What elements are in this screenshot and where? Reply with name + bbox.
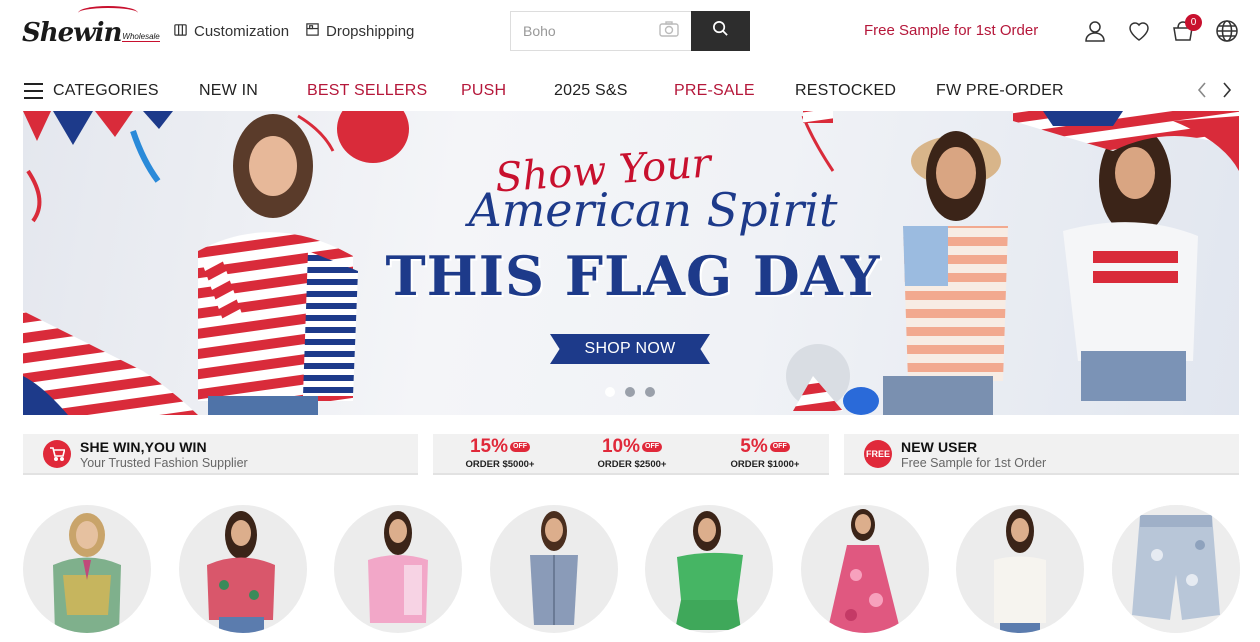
model-image (827, 509, 901, 633)
promo-title: NEW USER (901, 439, 978, 455)
discount-percent: 15% (469, 436, 509, 457)
free-gift-icon: FREE (864, 440, 892, 468)
camera-icon[interactable] (659, 20, 679, 42)
site-header: Shewin Wholesale Customization Dropshipp… (0, 0, 1260, 64)
category-circle-3[interactable] (334, 505, 462, 633)
carousel-dot-2[interactable] (625, 387, 635, 397)
search-bar (510, 11, 750, 51)
category-circle-6[interactable] (801, 505, 929, 633)
promo-subtitle: Free Sample for 1st Order (901, 456, 1047, 470)
search-field[interactable] (510, 11, 691, 51)
discount-order-min: ORDER $1000+ (730, 458, 800, 470)
search-input[interactable] (523, 23, 643, 39)
customization-label: Customization (194, 23, 290, 40)
nav-categories[interactable]: CATEGORIES (53, 82, 159, 100)
category-circle-8[interactable] (1112, 505, 1240, 633)
model-image (994, 509, 1046, 633)
model-image (530, 511, 578, 625)
cart-count-badge: 0 (1185, 14, 1202, 31)
category-circle-1[interactable] (23, 505, 151, 633)
discount-off-badge: OFF (642, 442, 663, 452)
model-image (1112, 505, 1240, 633)
shirt-icon (173, 22, 188, 41)
dropshipping-link[interactable]: Dropshipping (305, 22, 414, 41)
model-image (675, 511, 743, 630)
nav-2025-ss[interactable]: 2025 S&S (554, 82, 628, 100)
heart-icon[interactable] (1127, 19, 1151, 43)
nav-best-sellers[interactable]: BEST SELLERS (307, 82, 427, 100)
free-sample-link[interactable]: Free Sample for 1st Order (864, 22, 1038, 39)
globe-icon[interactable] (1215, 19, 1239, 43)
carousel-dots (605, 387, 655, 397)
discount-tier: 10% OFF ORDER $2500+ (577, 436, 687, 470)
discount-order-min: ORDER $5000+ (465, 458, 535, 470)
nav-pre-sale[interactable]: PRE-SALE (674, 82, 755, 100)
nav-prev-arrow[interactable] (1193, 80, 1211, 100)
promo-title: SHE WIN,YOU WIN (80, 439, 207, 455)
user-icon[interactable] (1083, 19, 1107, 43)
search-icon (712, 20, 729, 42)
carousel-dot-1[interactable] (605, 387, 615, 397)
category-circle-4[interactable] (490, 505, 618, 633)
box-icon (305, 22, 320, 41)
customization-link[interactable]: Customization (173, 22, 289, 41)
logo-swoosh (78, 6, 138, 20)
discount-off-badge: OFF (510, 442, 531, 452)
discount-order-min: ORDER $2500+ (597, 458, 667, 470)
promo-discounts[interactable]: 15% OFF ORDER $5000+ 10% OFF ORDER $2500+ … (433, 434, 829, 475)
search-button[interactable] (691, 11, 750, 51)
dropshipping-label: Dropshipping (326, 23, 415, 40)
model-image (207, 511, 275, 633)
banner-headline: THIS FLAG DAY (385, 244, 881, 308)
model-image (368, 511, 428, 623)
promo-subtitle: Your Trusted Fashion Supplier (80, 456, 248, 470)
model-image (53, 513, 121, 633)
carousel-dot-3[interactable] (645, 387, 655, 397)
discount-percent: 10% (601, 436, 641, 457)
logo-subtitle: Wholesale (122, 32, 160, 42)
hero-banner[interactable]: Show Your American Spirit THIS FLAG DAY … (23, 111, 1239, 415)
promo-she-win[interactable]: SHE WIN,YOU WIN Your Trusted Fashion Sup… (23, 434, 418, 475)
discount-tier: 5% OFF ORDER $1000+ (710, 436, 820, 470)
nav-push[interactable]: PUSH (461, 82, 506, 100)
hamburger-icon[interactable] (24, 83, 43, 99)
category-circle-5[interactable] (645, 505, 773, 633)
discount-percent: 5% (740, 436, 768, 457)
shop-now-button[interactable]: SHOP NOW (550, 334, 710, 364)
category-circle-2[interactable] (179, 505, 307, 633)
discount-tier: 15% OFF ORDER $5000+ (445, 436, 555, 470)
main-nav: CATEGORIES NEW IN BEST SELLERS PUSH 2025… (0, 72, 1260, 110)
nav-next-arrow[interactable] (1218, 80, 1236, 100)
nav-restocked[interactable]: RESTOCKED (795, 82, 896, 100)
nav-new-in[interactable]: NEW IN (199, 82, 258, 100)
category-circle-7[interactable] (956, 505, 1084, 633)
banner-headline-group: Show Your American Spirit THIS FLAG DAY (383, 141, 883, 308)
nav-fw-pre-order[interactable]: FW PRE-ORDER (936, 82, 1064, 100)
promo-new-user[interactable]: FREE NEW USER Free Sample for 1st Order (844, 434, 1239, 475)
discount-off-badge: OFF (769, 442, 790, 452)
logo-wordmark: Shewin (22, 18, 122, 48)
cart-icon (43, 440, 71, 468)
